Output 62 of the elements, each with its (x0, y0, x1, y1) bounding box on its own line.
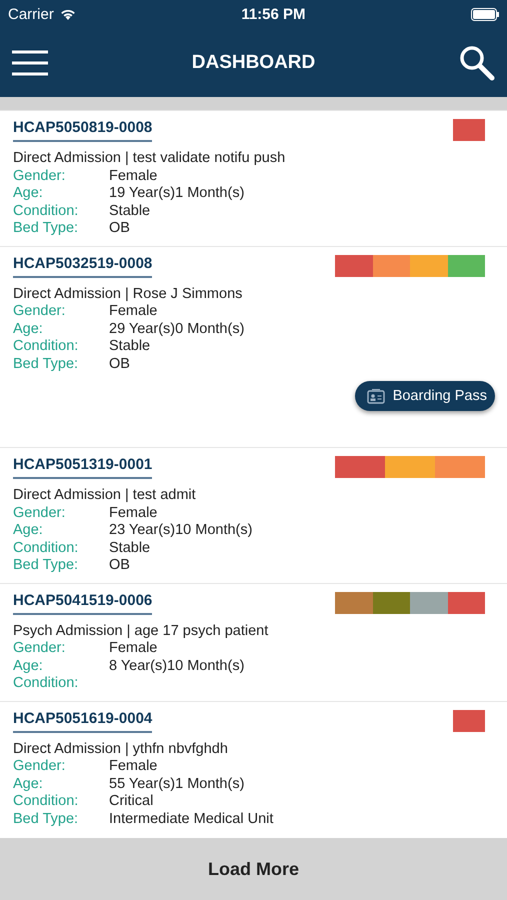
field-label: Age: (13, 776, 44, 793)
field-value: Female (109, 168, 158, 185)
field-label: Bed Type: (13, 810, 80, 828)
field-value: Stable (109, 540, 150, 557)
field-label: Gender: (13, 168, 66, 185)
wifi-icon (60, 8, 76, 20)
carrier-name: Carrier (8, 6, 54, 22)
admission-summary: Direct Admission | test admit (13, 487, 197, 504)
battery-icon (471, 8, 499, 20)
field-label: Condition: (13, 793, 80, 810)
field-label: Age: (13, 185, 44, 202)
field-label: Bed Type: (13, 220, 80, 238)
screen-title: DASHBOARD (192, 52, 316, 74)
patient-card[interactable]: HCAP5050819-0008 Direct Admission | test validate notifu push Gender: Female Age: 19 Year(s)1 Month(s) Condition: Stable Bed Type: OB (0, 110, 507, 246)
field-value: Female (109, 504, 158, 522)
patient-id-link[interactable]: HCAP5051319-0001 (13, 456, 152, 479)
patient-card[interactable]: HCAP5051319-0001 Direct Admission | test admit Gender: Female Age: 23 Year(s)10 Month(s) Condition: Stable Bed Type: OB (0, 447, 507, 582)
field-value: 19 Year(s)1 Month(s) (109, 185, 244, 202)
field-value: Intermediate Medical Unit (109, 810, 274, 828)
field-value: Stable (109, 338, 150, 356)
admission-summary: Direct Admission | Rose J Simmons (13, 286, 244, 303)
field-label: Condition: (13, 338, 80, 356)
menu-button[interactable] (12, 50, 48, 76)
boarding-pass-button[interactable]: Boarding Pass (354, 381, 495, 411)
patient-id-link[interactable]: HCAP5051619-0004 (13, 710, 152, 732)
field-label: Condition: (13, 675, 80, 692)
field-value: 29 Year(s)0 Month(s) (109, 320, 244, 338)
patient-id-link[interactable]: HCAP5041519-0006 (13, 592, 152, 614)
field-label: Bed Type: (13, 557, 80, 574)
field-value: OB (109, 356, 130, 373)
field-label: Bed Type: (13, 356, 80, 373)
clock-time: 11:56 PM (241, 6, 306, 22)
field-label: Age: (13, 320, 44, 338)
id-card-icon (366, 388, 385, 404)
field-value: 8 Year(s)10 Month(s) (109, 658, 244, 675)
patient-id-link[interactable]: HCAP5032519-0008 (13, 254, 152, 278)
field-value: 55 Year(s)1 Month(s) (109, 776, 244, 793)
field-label: Gender: (13, 758, 66, 776)
field-value: Critical (109, 793, 154, 810)
field-label: Age: (13, 522, 44, 540)
admission-summary: Direct Admission | ythfn nbvfghdh (13, 740, 229, 758)
field-value: OB (109, 220, 130, 238)
patient-card[interactable]: HCAP5051619-0004 Direct Admission | ythfn nbvfghdh Gender: Female Age: 55 Year(s)1 Month(s) Condition: Critical Bed Type: Intermediate Medical Unit (0, 700, 507, 836)
field-label: Condition: (13, 540, 80, 557)
field-label: Condition: (13, 202, 80, 220)
field-value: Female (109, 303, 158, 320)
field-value: Female (109, 758, 158, 776)
field-label: Gender: (13, 303, 66, 320)
search-button[interactable] (459, 44, 495, 80)
field-label: Gender: (13, 504, 66, 522)
load-more-button[interactable]: Load More (0, 838, 507, 900)
patient-id-link[interactable]: HCAP5050819-0008 (13, 119, 152, 142)
patient-card[interactable]: HCAP5041519-0006 Psych Admission | age 17 psych patient Gender: Female Age: 8 Year(s)10 Month(s) Condition: (0, 582, 507, 700)
field-value: Female (109, 640, 158, 658)
field-label: Age: (13, 658, 44, 675)
field-value: 23 Year(s)10 Month(s) (109, 522, 252, 540)
field-label: Gender: (13, 640, 66, 658)
field-value: Stable (109, 202, 150, 220)
admission-summary: Psych Admission | age 17 psych patient (13, 622, 270, 640)
field-value: OB (109, 557, 130, 574)
patient-card[interactable]: HCAP5032519-0008 Direct Admission | Rose J Simmons Gender: Female Age: 29 Year(s)0 Month(s) Condition: Stable Bed Type: OB Boarding Pass (0, 246, 507, 447)
admission-summary: Direct Admission | test validate notifu push (13, 150, 286, 168)
